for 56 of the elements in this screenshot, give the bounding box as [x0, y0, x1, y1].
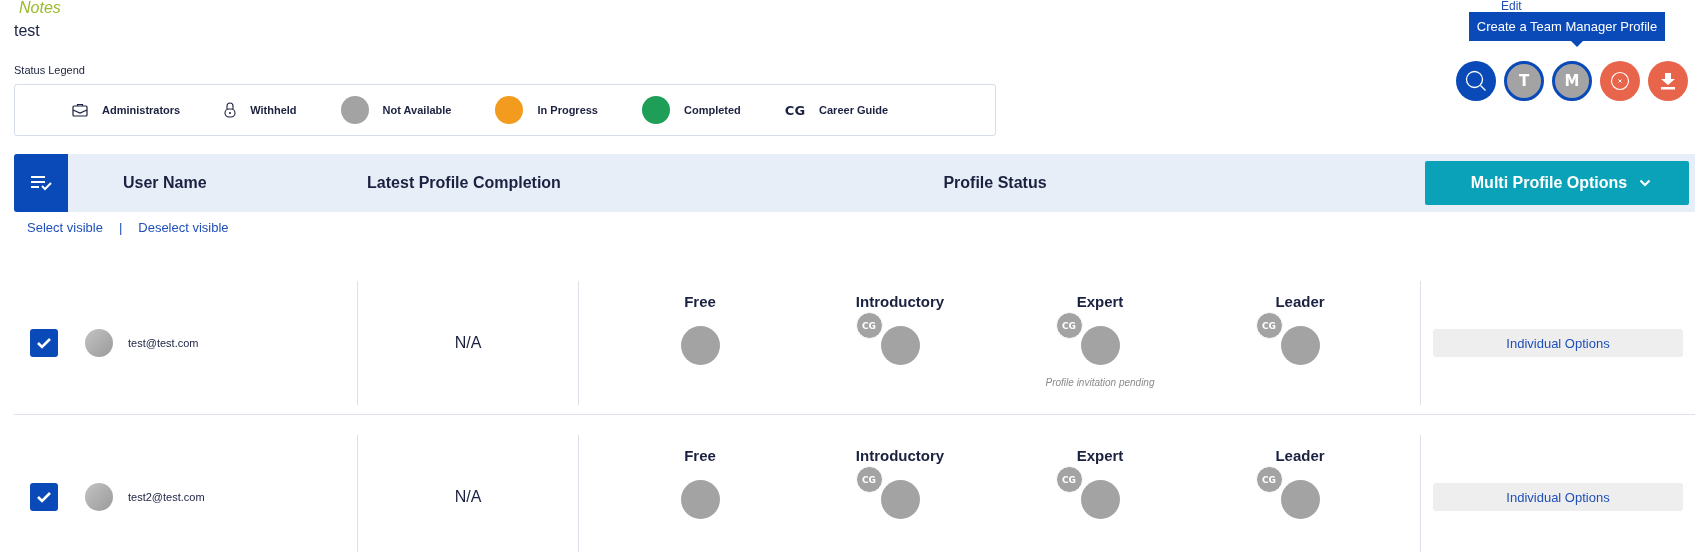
select-list-button[interactable] [14, 154, 68, 212]
legend-label: In Progress [537, 104, 598, 116]
chevron-down-icon [1639, 179, 1652, 187]
status-note: Profile invitation pending [1045, 377, 1155, 388]
separator: | [118, 220, 123, 235]
download-button[interactable] [1648, 61, 1688, 101]
level-label: Free [684, 293, 716, 310]
checkmark-icon [36, 491, 52, 503]
legend-label: Career Guide [819, 104, 889, 116]
search-button[interactable] [1456, 61, 1496, 101]
deselect-visible-link[interactable]: Deselect visible [138, 220, 229, 235]
career-guide-badge: CG [1255, 312, 1283, 339]
level-label: Leader [1275, 293, 1325, 310]
select-visible-link[interactable]: Select visible [27, 220, 103, 235]
individual-options-button[interactable]: Individual Options [1433, 483, 1683, 511]
level-label: Introductory [855, 293, 945, 310]
user-email: test@test.com [128, 337, 199, 349]
notes-title: Notes [19, 0, 62, 16]
level-label: Free [684, 447, 716, 464]
avatar [85, 483, 113, 511]
level-label: Introductory [855, 447, 945, 464]
edit-link[interactable]: Edit [1501, 0, 1522, 12]
cancel-icon [1610, 71, 1630, 91]
completion-value: N/A [454, 488, 482, 506]
cancel-button[interactable] [1600, 61, 1640, 101]
column-header: Latest Profile Completion [366, 174, 562, 192]
career-guide-badge: CG [1055, 466, 1083, 493]
search-icon [1464, 69, 1488, 93]
level-label: Expert [1076, 447, 1124, 464]
career-guide-badge: CG [855, 466, 883, 493]
avatar [85, 329, 113, 357]
column-header: User Name [122, 174, 208, 192]
legend-label: Withheld [250, 104, 297, 116]
user-email: test2@test.com [128, 491, 205, 503]
checkbox[interactable] [30, 329, 58, 357]
lock-icon [224, 102, 237, 118]
column-header: Profile Status [942, 174, 1048, 192]
legend-title: Status Legend [14, 64, 86, 76]
notes-text: test [14, 22, 41, 40]
checkmark-icon [36, 337, 52, 349]
completion-value: N/A [454, 334, 482, 352]
legend-label: Administrators [102, 104, 181, 116]
list-check-icon [30, 175, 52, 191]
briefcase-icon [72, 103, 88, 117]
career-guide-mark: CG [784, 102, 806, 118]
level-label: Leader [1275, 447, 1325, 464]
individual-options-button[interactable]: Individual Options [1433, 329, 1683, 357]
career-guide-badge: CG [1055, 312, 1083, 339]
career-guide-badge: CG [1255, 466, 1283, 493]
download-icon [1660, 72, 1676, 90]
legend-label: Completed [684, 104, 741, 116]
legend-label: Not Available [382, 104, 452, 116]
checkbox[interactable] [30, 483, 58, 511]
career-guide-badge: CG [855, 312, 883, 339]
level-label: Expert [1076, 293, 1124, 310]
tooltip: Create a Team Manager Profile [1468, 12, 1666, 47]
